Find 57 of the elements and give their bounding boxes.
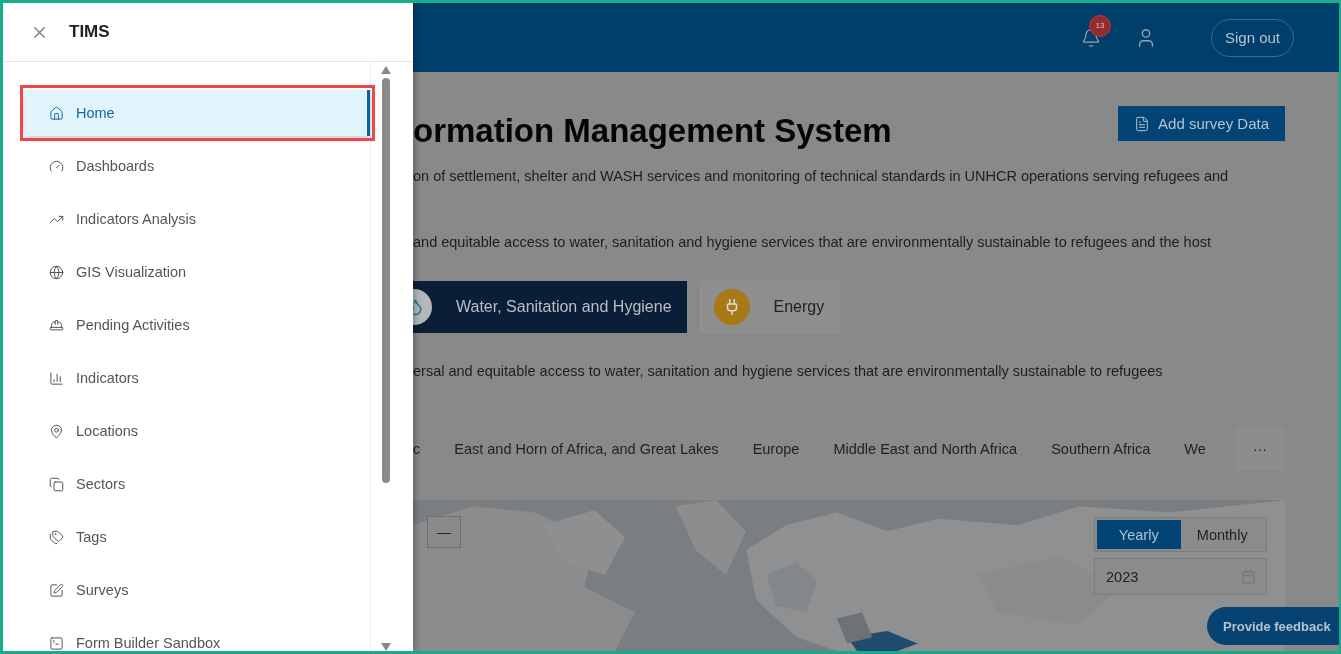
region-tab[interactable]: East and Horn of Africa, and Great Lakes <box>437 440 736 457</box>
menu-item-label: Indicators Analysis <box>76 211 197 227</box>
region-tab[interactable]: Southern Africa <box>1034 440 1168 457</box>
year-field[interactable]: 2023 <box>1094 558 1267 595</box>
squares-icon <box>49 476 64 492</box>
menu-item-label: Pending Activities <box>76 317 190 333</box>
gauge-icon <box>49 158 64 174</box>
menu-item-label: Form Builder Sandbox <box>76 635 221 651</box>
sector-text: ersal and equitable access to water, sanitation and hygiene services that are environmentally sustainable to refugees <box>413 363 1164 379</box>
menu-item-label: Dashboards <box>76 158 155 174</box>
menu-item-label: Sectors <box>76 476 126 492</box>
notification-badge: 13 <box>1088 14 1111 37</box>
goal-text: and equitable access to water, sanitation and hygiene services that are environmentally sustainable to refugees and the host <box>413 234 1212 250</box>
add-survey-button[interactable]: Add survey Data <box>1118 106 1285 141</box>
drawer-title: TIMS <box>69 22 110 42</box>
menu-item-label: Locations <box>76 423 139 439</box>
plug-icon <box>713 289 750 325</box>
menu-item[interactable]: Locations <box>25 408 370 454</box>
period-toggle[interactable]: Monthly <box>1180 520 1264 549</box>
zoom-out-button[interactable]: — <box>427 516 461 548</box>
region-tab[interactable]: Middle East and North Africa <box>816 440 1035 457</box>
more-tabs-button[interactable]: ··· <box>1235 428 1285 469</box>
menu-item[interactable]: Form Builder Sandbox <box>25 620 370 651</box>
page-title: ormation Management System <box>413 112 892 150</box>
terminal-icon <box>49 635 64 651</box>
region-tab[interactable]: We <box>1167 440 1223 457</box>
tags-icon <box>49 529 64 545</box>
menu-item[interactable]: Sectors <box>25 461 370 507</box>
region-tab[interactable]: Europe <box>735 440 817 457</box>
menu-item-label: Tags <box>76 529 107 545</box>
worker-icon <box>49 317 64 333</box>
menu-item-label: GIS Visualization <box>76 264 187 280</box>
menu-item[interactable]: Dashboards <box>25 143 370 189</box>
document-icon <box>1134 115 1151 132</box>
menu-item-label: Surveys <box>76 582 129 598</box>
sector-button[interactable]: Energy <box>699 281 840 333</box>
region-tab[interactable]: c <box>413 440 438 457</box>
intro-text: on of settlement, shelter and WASH services and monitoring of technical standards in UNHCR operations serving refugees and <box>413 168 1230 184</box>
menu-item[interactable]: Indicators <box>25 355 370 401</box>
location-pin-icon <box>49 423 64 439</box>
bell-icon[interactable] <box>1080 27 1101 48</box>
menu-item[interactable]: Tags <box>25 514 370 560</box>
menu-item[interactable]: Indicators Analysis <box>25 196 370 242</box>
menu-item[interactable]: Surveys <box>25 567 370 613</box>
scroll-down-icon[interactable] <box>381 643 391 651</box>
home-icon <box>49 105 64 121</box>
scroll-up-icon[interactable] <box>381 66 391 74</box>
period-toggle[interactable]: Yearly <box>1097 520 1181 549</box>
edit-icon <box>49 582 64 598</box>
scrollbar-thumb[interactable] <box>382 78 390 483</box>
menu-item[interactable]: GIS Visualization <box>25 249 370 295</box>
globe-icon <box>49 264 64 280</box>
menu-item-label: Indicators <box>76 370 139 386</box>
menu-item[interactable]: Pending Activities <box>25 302 370 348</box>
feedback-button[interactable]: Provide feedback <box>1207 607 1339 645</box>
menu-item-label: Home <box>76 105 115 121</box>
bar-chart-icon <box>49 370 64 386</box>
